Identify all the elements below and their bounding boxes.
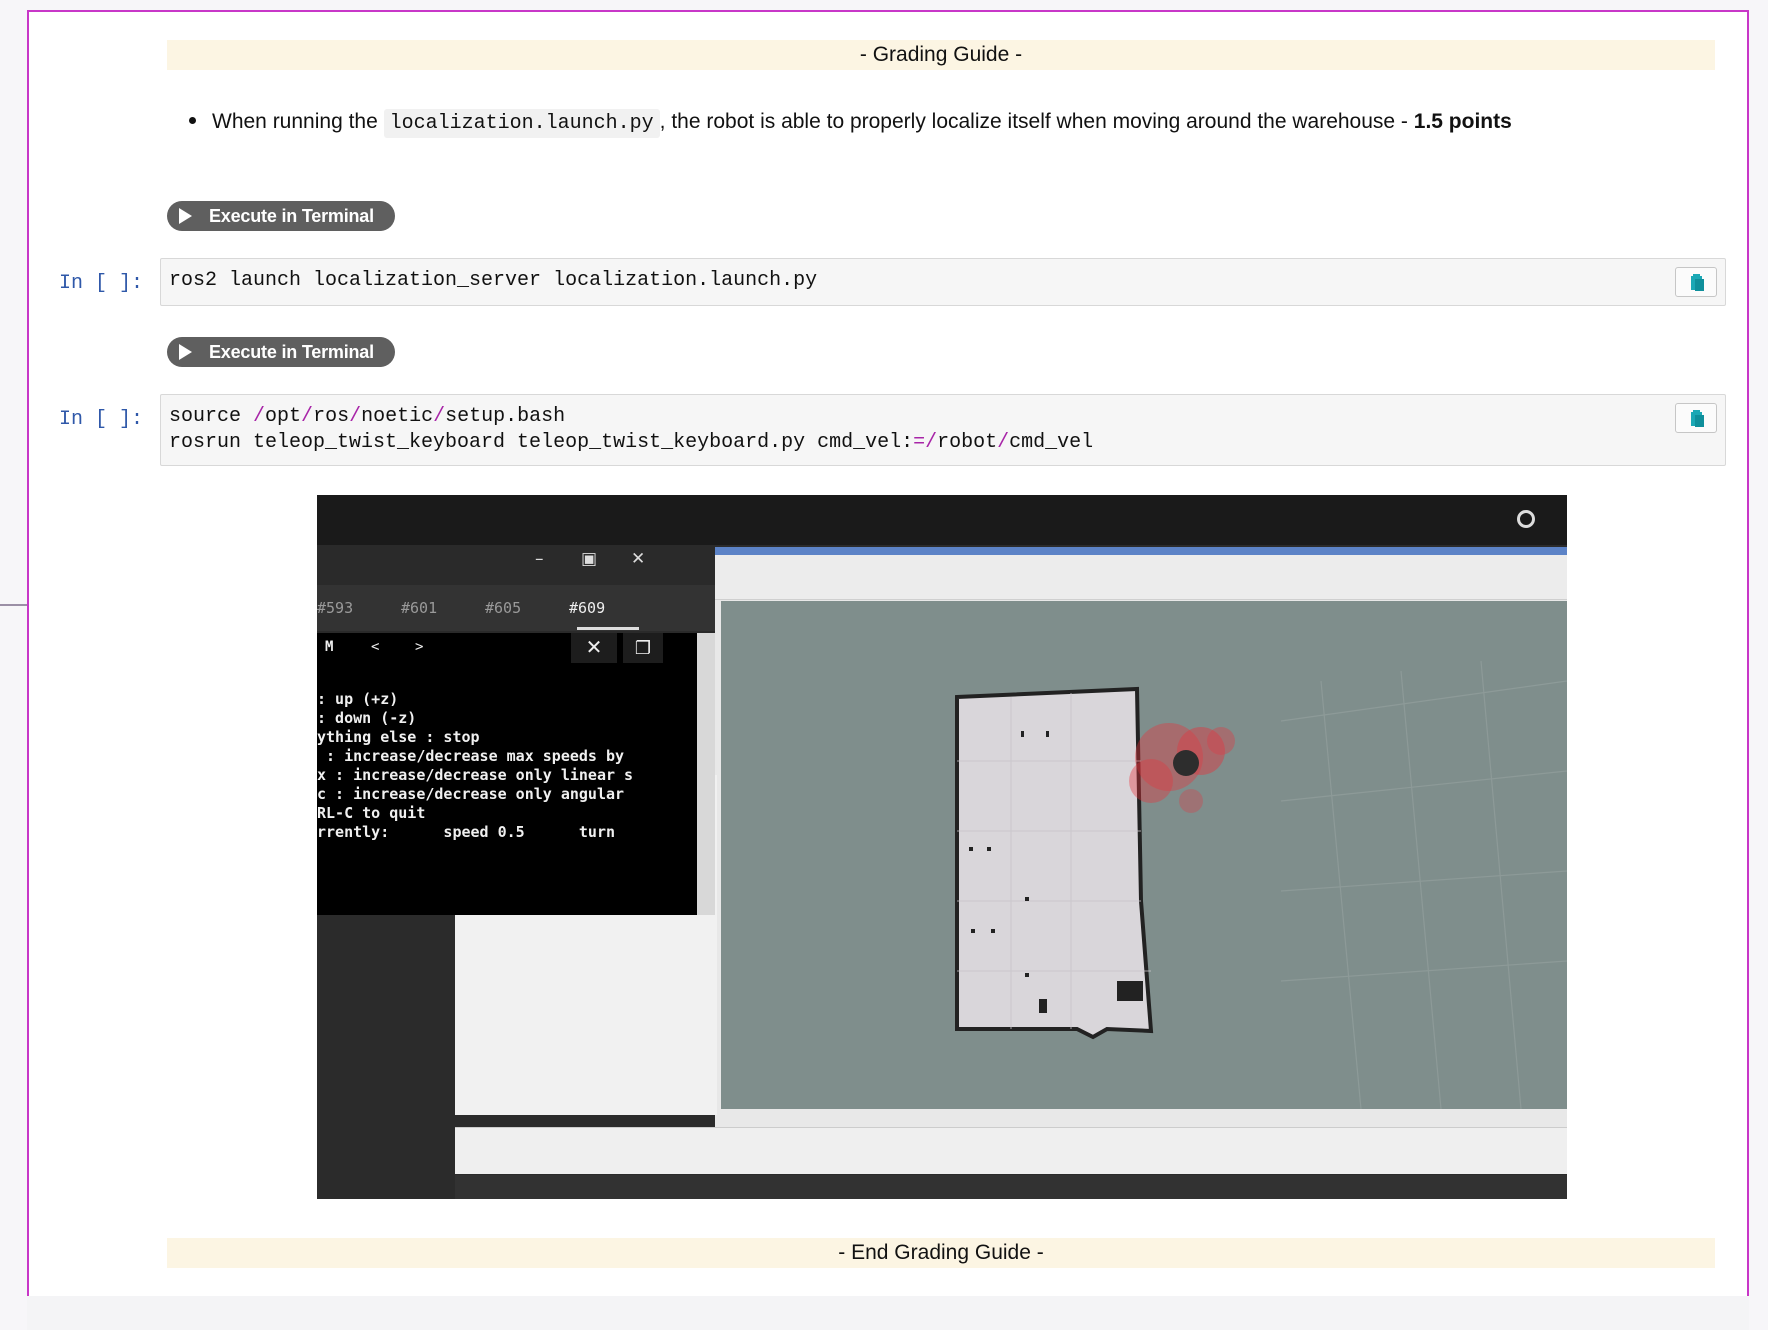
rviz-window [715, 547, 1567, 1159]
criterion-text: , the robot is able to properly localize… [659, 110, 1408, 133]
rviz-titlebar [715, 547, 1567, 555]
grading-guide-header: - Grading Guide - [167, 40, 1715, 70]
terminal-output: : up (+z): down (-z) ything else : stop :… [317, 690, 634, 841]
nav-glyph: M [325, 639, 334, 655]
execute-button-label: Execute in Terminal [209, 206, 374, 226]
embedded-rviz-screenshot: – ▣ ✕ #593 #601 #605 #609 M < > ✕ ❐ : up… [317, 495, 1567, 1199]
terminal-window: – ▣ ✕ #593 #601 #605 #609 M < > ✕ ❐ : up… [317, 545, 715, 915]
terminal-tab: #601 [401, 599, 438, 617]
settings-icon [1517, 510, 1535, 528]
nav-glyph: < [371, 639, 380, 655]
active-tab-indicator [577, 627, 639, 630]
cell-prompt: In [ ]: [59, 272, 144, 295]
map-canvas [955, 660, 1567, 1109]
copy-button[interactable] [1675, 403, 1717, 433]
frame-bottom-strip [27, 1296, 1749, 1330]
close-icon: ✕ [571, 633, 617, 663]
nav-glyph: > [415, 639, 424, 655]
copy-icon [1691, 274, 1704, 291]
cell-prompt: In [ ]: [59, 408, 144, 431]
rviz-toolbar [715, 555, 1567, 600]
end-grading-guide-footer: - End Grading Guide - [167, 1238, 1715, 1268]
execute-in-terminal-button[interactable]: Execute in Terminal [167, 337, 395, 367]
close-icon: ✕ [631, 549, 646, 569]
copy-icon [1691, 410, 1704, 427]
criterion-points: 1.5 points [1413, 110, 1512, 133]
criterion-code: localization.launch.py [383, 109, 660, 138]
terminal-tab: #605 [485, 599, 522, 617]
maximize-icon: ▣ [581, 549, 598, 569]
minimize-icon: – [535, 549, 544, 569]
terminal-scrollbar [697, 633, 715, 915]
copy-button[interactable] [1675, 267, 1717, 297]
execute-in-terminal-button[interactable]: Execute in Terminal [167, 201, 395, 231]
left-divider [0, 604, 27, 606]
code-cell-launch[interactable]: ros2 launch localization_server localiza… [160, 258, 1726, 306]
restore-icon: ❐ [623, 633, 663, 663]
desktop-taskbar [455, 1175, 1567, 1199]
terminal-body: M < > ✕ ❐ : up (+z): down (-z) ything els… [317, 633, 697, 915]
play-icon [179, 208, 192, 224]
criterion-prefix: When running the [212, 110, 378, 133]
code-cell-teleop[interactable]: source /opt/ros/noetic/setup.bash rosrun… [160, 394, 1726, 466]
grading-criterion: When running the localization.launch.py,… [189, 109, 1512, 138]
code-line-rosrun: rosrun teleop_twist_keyboard teleop_twis… [169, 431, 1094, 454]
bullet-icon [189, 116, 196, 124]
play-icon [179, 344, 192, 360]
rviz-status-bar [455, 1127, 1567, 1174]
execute-button-label: Execute in Terminal [209, 342, 374, 362]
code-line: ros2 launch localization_server localiza… [169, 269, 818, 292]
video-topbar [317, 495, 1567, 545]
code-line-source: source /opt/ros/noetic/setup.bash [169, 405, 566, 428]
terminal-tab-active: #609 [569, 599, 606, 617]
terminal-tabs: #593 #601 #605 #609 [317, 585, 715, 631]
rviz-map-view [721, 601, 1567, 1109]
terminal-tab: #593 [317, 599, 354, 617]
